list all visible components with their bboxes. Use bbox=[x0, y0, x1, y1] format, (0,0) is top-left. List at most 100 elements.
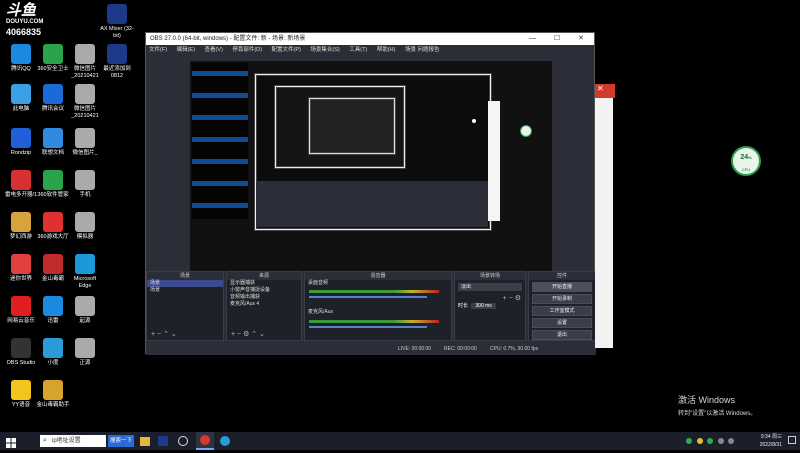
desktop-shortcut[interactable]: 迷你世界 bbox=[4, 254, 38, 283]
taskbar-clock[interactable]: 9:34 周三 2022/8/31 bbox=[738, 433, 782, 449]
menu-file[interactable]: 文件(F) bbox=[149, 47, 167, 53]
search-button[interactable]: 搜索一下 bbox=[108, 435, 134, 447]
duration-label: 时长 bbox=[458, 303, 469, 309]
tray-yellow-icon[interactable] bbox=[696, 437, 703, 444]
menu-report[interactable]: 场景 问题报告 bbox=[405, 47, 440, 53]
menu-tools[interactable]: 工具(T) bbox=[349, 47, 367, 53]
studio-mode-button[interactable]: 工作室模式 bbox=[532, 306, 592, 316]
desktop-shortcut[interactable]: 梦幻西游 bbox=[4, 212, 38, 241]
menu-scene-collection[interactable]: 场景集合(S) bbox=[310, 47, 339, 53]
desktop-shortcut[interactable]: AX Mixer (32-bit) bbox=[100, 4, 134, 39]
obs-window[interactable]: OBS 27.0.0 (64-bit, windows) - 配置文件: 新 -… bbox=[145, 32, 596, 355]
transition-duration[interactable]: 时长 300 ms bbox=[455, 302, 525, 309]
desktop-shortcut[interactable]: 雷电多开器/1 bbox=[4, 170, 38, 199]
shortcut-label: 金山毒霸助手 bbox=[36, 402, 70, 408]
source-item[interactable]: 麦克风/Aux 4 bbox=[227, 301, 301, 308]
source-item[interactable]: 音频输出捕获 bbox=[227, 294, 301, 301]
tray-icons[interactable] bbox=[683, 437, 734, 445]
ax-mixer-icon[interactable] bbox=[158, 436, 168, 446]
shortcut-icon bbox=[11, 296, 31, 316]
shortcut-label: 迅雷 bbox=[47, 318, 59, 324]
scene-item[interactable]: 场景 bbox=[147, 287, 223, 294]
duration-value[interactable]: 300 ms bbox=[471, 303, 496, 309]
sources-dock: 来源 显示器捕获 小窗声音捕捉设备 音频输出捕获 麦克风/Aux 4 + − ⚙… bbox=[226, 271, 302, 341]
shortcut-icon bbox=[43, 380, 63, 400]
desktop-shortcut[interactable]: 金山毒霸 bbox=[36, 254, 70, 283]
transition-buttons[interactable]: + − ⚙ bbox=[455, 294, 525, 302]
desktop-shortcut[interactable]: 模拟器 bbox=[68, 212, 102, 241]
mic-audio-slider[interactable] bbox=[309, 326, 427, 328]
clock-app-icon[interactable] bbox=[178, 436, 188, 446]
shortcut-label: 微信图片_20210421 bbox=[71, 106, 99, 119]
desktop-shortcut[interactable]: YY语音 bbox=[4, 380, 38, 409]
settings-button[interactable]: 设置 bbox=[532, 318, 592, 328]
source-item[interactable]: 小窗声音捕捉设备 bbox=[227, 287, 301, 294]
tray-green-icon[interactable] bbox=[707, 437, 714, 444]
menu-help[interactable]: 帮助(H) bbox=[377, 47, 396, 53]
shortcut-label: 金山毒霸 bbox=[41, 276, 64, 282]
exit-button[interactable]: 退出 bbox=[532, 330, 592, 340]
obs-titlebar[interactable]: OBS 27.0.0 (64-bit, windows) - 配置文件: 新 -… bbox=[146, 33, 594, 45]
menu-profile[interactable]: 配置文件(P) bbox=[271, 47, 300, 53]
start-recording-button[interactable]: 开始录制 bbox=[532, 294, 592, 304]
scenes-add-remove[interactable]: + − ⌃ ⌄ bbox=[151, 330, 177, 338]
notification-icon[interactable] bbox=[788, 436, 796, 444]
clock-time: 9:34 周三 bbox=[760, 434, 782, 440]
transition-select[interactable]: 淡出 bbox=[458, 283, 522, 291]
desktop-shortcut[interactable]: Microsoft Edge bbox=[68, 254, 102, 289]
obs-statusbar: LIVE: 00:00:00 REC: 00:00:00 CPU: 0.7%, … bbox=[146, 343, 596, 355]
desktop-shortcut[interactable]: OBS Studio bbox=[4, 338, 38, 367]
desktop-shortcut[interactable]: 起源 bbox=[68, 296, 102, 325]
nested-docks bbox=[256, 181, 488, 227]
start-streaming-button[interactable]: 开始直播 bbox=[532, 282, 592, 292]
app-taskbar-icon[interactable] bbox=[220, 436, 230, 446]
taskbar-search-input[interactable]: ⌕ ip地址设置 bbox=[40, 435, 106, 447]
close-icon[interactable]: ✕ bbox=[597, 84, 604, 93]
shortcut-label: 微信图片_ bbox=[72, 150, 98, 156]
window-controls[interactable]: — ☐ ✕ bbox=[529, 33, 592, 45]
shortcut-icon bbox=[107, 44, 127, 64]
desktop-shortcut[interactable]: 联想文档 bbox=[36, 128, 70, 157]
desktop-shortcut[interactable]: 微信图片_ bbox=[68, 128, 102, 157]
tray-volume-icon[interactable] bbox=[728, 437, 734, 444]
menu-edit[interactable]: 编辑(E) bbox=[177, 47, 195, 53]
desktop-shortcut[interactable]: 360安全卫士 bbox=[36, 44, 70, 73]
obs-taskbar-icon[interactable] bbox=[196, 432, 214, 450]
desktop-shortcut[interactable]: 小度 bbox=[36, 338, 70, 367]
shortcut-icon bbox=[43, 296, 63, 316]
menu-view[interactable]: 查看(V) bbox=[204, 47, 222, 53]
desktop-shortcut[interactable]: 迅雷 bbox=[36, 296, 70, 325]
windows-start-icon[interactable] bbox=[6, 435, 18, 448]
cpu-usage-badge[interactable]: 24% CPU bbox=[731, 146, 761, 176]
desktop-shortcut[interactable]: 网易云音乐 bbox=[4, 296, 38, 325]
desktop-shortcut[interactable]: 360游戏大厅 bbox=[36, 212, 70, 241]
shortcut-label: 手机 bbox=[79, 192, 91, 198]
file-explorer-icon[interactable] bbox=[140, 437, 150, 446]
desktop-shortcut[interactable]: 此电脑 bbox=[4, 84, 38, 113]
menu-docks[interactable]: 停靠部件(D) bbox=[232, 47, 262, 53]
desktop-shortcut[interactable]: 微信图片_20210421 bbox=[68, 44, 102, 79]
scene-item[interactable]: 场景 bbox=[147, 280, 223, 287]
shortcut-icon bbox=[43, 338, 63, 358]
obs-preview[interactable] bbox=[190, 61, 552, 295]
douyu-watermark: 斗鱼 DOUYU.COM 4066835 bbox=[6, 2, 58, 38]
sources-add-remove[interactable]: + − ⚙ ⌃ ⌄ bbox=[231, 330, 265, 338]
desktop-shortcut[interactable]: 最近添加到0812 bbox=[100, 44, 134, 79]
desktop-shortcut[interactable]: 腾讯会议 bbox=[36, 84, 70, 113]
desktop-shortcut[interactable]: 微信图片_20210421 bbox=[68, 84, 102, 119]
desktop-shortcut[interactable]: 360软件管家 bbox=[36, 170, 70, 199]
shortcut-label: 此电脑 bbox=[12, 106, 30, 112]
desktop-shortcut[interactable]: 腾讯QQ bbox=[4, 44, 38, 73]
shortcut-icon bbox=[43, 44, 63, 64]
desktop-audio-slider[interactable] bbox=[309, 296, 427, 298]
desktop-shortcut[interactable]: 金山毒霸助手 bbox=[36, 380, 70, 409]
desktop-shortcut[interactable]: 正源 bbox=[68, 338, 102, 367]
source-item[interactable]: 显示器捕获 bbox=[227, 280, 301, 287]
desktop-shortcut[interactable]: 手机 bbox=[68, 170, 102, 199]
tray-green-icon[interactable] bbox=[686, 437, 693, 444]
background-window-edge bbox=[595, 98, 613, 348]
tray-network-icon[interactable] bbox=[717, 437, 724, 444]
taskbar: ⌕ ip地址设置 搜索一下 9:34 周三 2022/8/31 bbox=[0, 432, 800, 450]
desktop-shortcut[interactable]: Rondzip bbox=[4, 128, 38, 157]
shortcut-icon bbox=[11, 380, 31, 400]
